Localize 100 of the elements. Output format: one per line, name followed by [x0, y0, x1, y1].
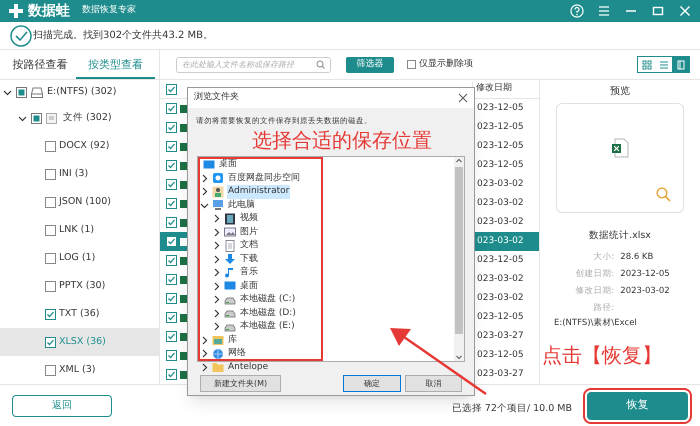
scrollbar[interactable] — [454, 157, 464, 361]
dialog-button[interactable]: 新建文件夹(M) — [200, 375, 282, 392]
chevron-right-icon[interactable] — [212, 241, 221, 250]
checkbox[interactable] — [45, 196, 56, 208]
checkbox[interactable] — [166, 198, 177, 209]
folder-item[interactable]: 文档 — [239, 239, 259, 252]
search-field[interactable]: 在此处输入文件名称或保存路径 — [176, 56, 331, 72]
checkbox[interactable] — [166, 217, 177, 228]
folder-item[interactable]: 本地磁盘 (D:) — [239, 306, 297, 320]
type-list-item[interactable]: JSON (100) — [0, 188, 159, 216]
folder-item[interactable]: 桌面 — [239, 280, 259, 293]
checkbox[interactable] — [45, 308, 56, 320]
type-list-item[interactable]: LNK (1) — [0, 216, 159, 244]
checkbox[interactable] — [45, 168, 56, 180]
detail-value: 2023-03-02 — [620, 284, 670, 298]
folder-item[interactable]: 库 — [227, 334, 238, 347]
table-cell-text: 023-03-02 — [476, 197, 525, 210]
zoom-icon[interactable] — [656, 187, 671, 202]
checkbox[interactable] — [45, 140, 56, 152]
chevron-right-icon[interactable] — [212, 322, 221, 332]
checkbox[interactable] — [16, 86, 27, 98]
chevron-right-icon[interactable] — [200, 349, 209, 358]
folder-item[interactable]: 下载 — [239, 252, 259, 266]
chevron-right-icon[interactable] — [212, 282, 221, 291]
check-circle-icon — [10, 24, 32, 46]
type-list-item[interactable]: PPTX (30) — [0, 272, 159, 300]
view-tab[interactable]: 按路径查看 — [4, 56, 76, 79]
maximize-icon[interactable] — [651, 4, 665, 18]
detail-view-button[interactable] — [672, 57, 689, 72]
detail-value: 2023-12-05 — [620, 268, 670, 281]
checkbox[interactable] — [166, 331, 177, 342]
checkbox[interactable] — [166, 141, 177, 152]
chevron-right-icon[interactable] — [200, 187, 209, 196]
folder-item[interactable]: 音乐 — [239, 266, 259, 280]
checkbox[interactable] — [166, 122, 177, 133]
checkbox[interactable] — [166, 255, 177, 266]
folder-item[interactable]: 图片 — [239, 226, 259, 239]
chevron-right-icon[interactable] — [212, 308, 221, 318]
desktop-icon — [203, 158, 215, 171]
help-icon[interactable] — [570, 4, 584, 18]
chevron-down-icon[interactable] — [3, 88, 12, 96]
dialog-button[interactable]: 确定 — [343, 375, 401, 392]
tree-item-label: E:(NTFS) (302) — [47, 84, 116, 99]
chevron-right-icon[interactable] — [200, 336, 209, 345]
selection-summary: 已选择 72个项目/ 10.0 MB — [452, 402, 572, 416]
folder-item[interactable]: 本地磁盘 (E:) — [239, 320, 296, 334]
recover-button[interactable]: 恢复 — [587, 392, 688, 420]
checkbox[interactable] — [45, 336, 56, 348]
folder-item[interactable]: 此电脑 — [227, 198, 256, 212]
checkbox[interactable] — [166, 350, 177, 361]
row-select-cell[interactable] — [160, 232, 190, 251]
checkbox[interactable] — [45, 280, 56, 292]
chevron-right-icon[interactable] — [212, 228, 221, 237]
folder-item[interactable]: Administrator — [227, 185, 290, 198]
checkbox[interactable] — [45, 252, 56, 264]
table-cell: 023-03-02 — [472, 232, 539, 251]
folder-item[interactable]: 本地磁盘 (C:) — [239, 293, 296, 306]
checkbox[interactable] — [45, 364, 56, 376]
checkbox[interactable] — [166, 84, 177, 94]
type-list-item[interactable]: LOG (1) — [0, 244, 159, 272]
dialog-button[interactable]: 取消 — [404, 375, 462, 392]
chevron-right-icon[interactable] — [212, 268, 221, 278]
chevron-right-icon[interactable] — [200, 174, 209, 183]
menu-icon[interactable] — [597, 4, 611, 18]
close-icon[interactable] — [458, 93, 468, 103]
checkbox[interactable] — [166, 274, 177, 285]
type-list-item[interactable]: XML (3) — [0, 356, 159, 384]
view-tab[interactable]: 按类型查看 — [76, 56, 155, 79]
checkbox[interactable] — [166, 312, 177, 323]
chevron-right-icon[interactable] — [212, 254, 221, 264]
checkbox[interactable] — [31, 112, 42, 124]
folder-item[interactable]: 桌面 — [218, 158, 238, 172]
chevron-down-icon[interactable] — [18, 114, 27, 122]
folder-item[interactable]: 视频 — [239, 212, 259, 226]
checkbox[interactable] — [45, 224, 56, 236]
chevron-right-icon[interactable] — [212, 295, 221, 304]
checkbox[interactable] — [166, 293, 177, 304]
file-path: E:(NTFS)\素材\Excel — [554, 317, 637, 330]
back-button[interactable]: 返回 — [12, 394, 112, 416]
checkbox[interactable] — [166, 369, 177, 380]
music-icon — [224, 266, 236, 279]
checkbox[interactable] — [166, 179, 177, 190]
checkbox[interactable] — [166, 160, 177, 171]
table-cell-text: 023-12-05 — [476, 349, 525, 362]
type-list-item[interactable]: DOCX (92) — [0, 132, 159, 160]
checkbox[interactable] — [166, 103, 177, 114]
chevron-right-icon[interactable] — [212, 214, 221, 224]
checkbox[interactable] — [407, 60, 416, 69]
type-list-item[interactable]: TXT (36) — [0, 300, 159, 328]
detail-label: 创建日期: — [574, 268, 616, 281]
folder-item[interactable]: 百度网盘同步空间 — [227, 172, 301, 185]
filter-button[interactable]: 筛选器 — [346, 56, 394, 72]
folder-item[interactable]: 网络 — [227, 347, 247, 360]
checkbox[interactable] — [166, 236, 177, 247]
folder-item[interactable]: Antelope — [227, 360, 270, 374]
chevron-down-icon[interactable] — [200, 200, 209, 210]
dialog-title: 浏览文件夹 — [194, 91, 240, 104]
drive-icon — [31, 86, 43, 98]
type-list-item[interactable]: INI (3) — [0, 160, 159, 188]
chevron-right-icon[interactable] — [200, 362, 209, 372]
